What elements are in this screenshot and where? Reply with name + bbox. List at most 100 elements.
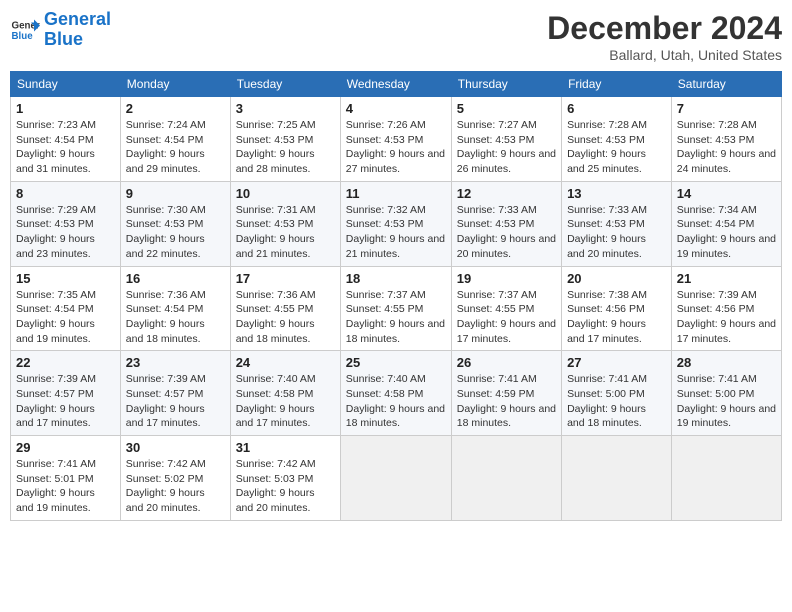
logo-line1: General (44, 9, 111, 29)
col-friday: Friday (562, 72, 672, 97)
header-row: General Blue General Blue December 2024 … (10, 10, 782, 63)
logo-icon: General Blue (10, 18, 40, 42)
col-saturday: Saturday (671, 72, 781, 97)
day-info: Sunrise: 7:36 AMSunset: 4:55 PMDaylight:… (236, 289, 316, 345)
table-row: 1 Sunrise: 7:23 AMSunset: 4:54 PMDayligh… (11, 97, 121, 182)
table-row: 2 Sunrise: 7:24 AMSunset: 4:54 PMDayligh… (120, 97, 230, 182)
day-info: Sunrise: 7:31 AMSunset: 4:53 PMDaylight:… (236, 204, 316, 260)
day-info: Sunrise: 7:39 AMSunset: 4:57 PMDaylight:… (126, 373, 206, 429)
day-number: 20 (567, 271, 666, 286)
table-row: 18 Sunrise: 7:37 AMSunset: 4:55 PMDaylig… (340, 266, 451, 351)
day-number: 10 (236, 186, 335, 201)
table-row: 11 Sunrise: 7:32 AMSunset: 4:53 PMDaylig… (340, 181, 451, 266)
day-number: 21 (677, 271, 776, 286)
logo: General Blue General Blue (10, 10, 111, 50)
table-row: 25 Sunrise: 7:40 AMSunset: 4:58 PMDaylig… (340, 351, 451, 436)
day-number: 16 (126, 271, 225, 286)
table-row: 4 Sunrise: 7:26 AMSunset: 4:53 PMDayligh… (340, 97, 451, 182)
day-number: 22 (16, 355, 115, 370)
table-row: 20 Sunrise: 7:38 AMSunset: 4:56 PMDaylig… (562, 266, 672, 351)
day-info: Sunrise: 7:23 AMSunset: 4:54 PMDaylight:… (16, 119, 96, 175)
table-row: 13 Sunrise: 7:33 AMSunset: 4:53 PMDaylig… (562, 181, 672, 266)
day-number: 18 (346, 271, 446, 286)
day-info: Sunrise: 7:41 AMSunset: 5:01 PMDaylight:… (16, 458, 96, 514)
day-info: Sunrise: 7:33 AMSunset: 4:53 PMDaylight:… (457, 204, 556, 260)
day-number: 11 (346, 186, 446, 201)
calendar-table: Sunday Monday Tuesday Wednesday Thursday… (10, 71, 782, 521)
svg-text:Blue: Blue (12, 31, 34, 42)
col-thursday: Thursday (451, 72, 561, 97)
table-row: 23 Sunrise: 7:39 AMSunset: 4:57 PMDaylig… (120, 351, 230, 436)
table-row (340, 436, 451, 521)
table-row (562, 436, 672, 521)
day-number: 13 (567, 186, 666, 201)
day-number: 27 (567, 355, 666, 370)
logo-text: General Blue (44, 10, 111, 50)
table-row: 21 Sunrise: 7:39 AMSunset: 4:56 PMDaylig… (671, 266, 781, 351)
day-number: 30 (126, 440, 225, 455)
logo-line2: Blue (44, 29, 83, 49)
day-number: 9 (126, 186, 225, 201)
day-number: 2 (126, 101, 225, 116)
table-row: 8 Sunrise: 7:29 AMSunset: 4:53 PMDayligh… (11, 181, 121, 266)
col-monday: Monday (120, 72, 230, 97)
day-info: Sunrise: 7:39 AMSunset: 4:56 PMDaylight:… (677, 289, 776, 345)
table-row: 24 Sunrise: 7:40 AMSunset: 4:58 PMDaylig… (230, 351, 340, 436)
day-info: Sunrise: 7:40 AMSunset: 4:58 PMDaylight:… (236, 373, 316, 429)
table-row: 19 Sunrise: 7:37 AMSunset: 4:55 PMDaylig… (451, 266, 561, 351)
day-info: Sunrise: 7:32 AMSunset: 4:53 PMDaylight:… (346, 204, 445, 260)
day-info: Sunrise: 7:28 AMSunset: 4:53 PMDaylight:… (567, 119, 647, 175)
day-number: 7 (677, 101, 776, 116)
day-number: 24 (236, 355, 335, 370)
day-info: Sunrise: 7:37 AMSunset: 4:55 PMDaylight:… (457, 289, 556, 345)
day-info: Sunrise: 7:28 AMSunset: 4:53 PMDaylight:… (677, 119, 776, 175)
table-row: 9 Sunrise: 7:30 AMSunset: 4:53 PMDayligh… (120, 181, 230, 266)
day-number: 5 (457, 101, 556, 116)
day-number: 23 (126, 355, 225, 370)
day-info: Sunrise: 7:29 AMSunset: 4:53 PMDaylight:… (16, 204, 96, 260)
table-row: 12 Sunrise: 7:33 AMSunset: 4:53 PMDaylig… (451, 181, 561, 266)
table-row: 30 Sunrise: 7:42 AMSunset: 5:02 PMDaylig… (120, 436, 230, 521)
day-number: 17 (236, 271, 335, 286)
day-info: Sunrise: 7:42 AMSunset: 5:03 PMDaylight:… (236, 458, 316, 514)
page-container: General Blue General Blue December 2024 … (0, 0, 792, 526)
day-info: Sunrise: 7:40 AMSunset: 4:58 PMDaylight:… (346, 373, 445, 429)
table-row (671, 436, 781, 521)
table-row: 14 Sunrise: 7:34 AMSunset: 4:54 PMDaylig… (671, 181, 781, 266)
title-block: December 2024 Ballard, Utah, United Stat… (547, 10, 782, 63)
day-info: Sunrise: 7:41 AMSunset: 5:00 PMDaylight:… (567, 373, 647, 429)
day-info: Sunrise: 7:26 AMSunset: 4:53 PMDaylight:… (346, 119, 445, 175)
day-info: Sunrise: 7:41 AMSunset: 5:00 PMDaylight:… (677, 373, 776, 429)
day-number: 29 (16, 440, 115, 455)
day-number: 26 (457, 355, 556, 370)
table-row: 7 Sunrise: 7:28 AMSunset: 4:53 PMDayligh… (671, 97, 781, 182)
table-row: 29 Sunrise: 7:41 AMSunset: 5:01 PMDaylig… (11, 436, 121, 521)
day-info: Sunrise: 7:42 AMSunset: 5:02 PMDaylight:… (126, 458, 206, 514)
table-row: 16 Sunrise: 7:36 AMSunset: 4:54 PMDaylig… (120, 266, 230, 351)
day-info: Sunrise: 7:35 AMSunset: 4:54 PMDaylight:… (16, 289, 96, 345)
day-number: 1 (16, 101, 115, 116)
table-row (451, 436, 561, 521)
day-info: Sunrise: 7:41 AMSunset: 4:59 PMDaylight:… (457, 373, 556, 429)
table-row: 27 Sunrise: 7:41 AMSunset: 5:00 PMDaylig… (562, 351, 672, 436)
table-row: 3 Sunrise: 7:25 AMSunset: 4:53 PMDayligh… (230, 97, 340, 182)
day-number: 25 (346, 355, 446, 370)
month-title: December 2024 (547, 10, 782, 47)
table-row: 15 Sunrise: 7:35 AMSunset: 4:54 PMDaylig… (11, 266, 121, 351)
day-number: 6 (567, 101, 666, 116)
table-row: 17 Sunrise: 7:36 AMSunset: 4:55 PMDaylig… (230, 266, 340, 351)
day-info: Sunrise: 7:27 AMSunset: 4:53 PMDaylight:… (457, 119, 556, 175)
col-wednesday: Wednesday (340, 72, 451, 97)
day-info: Sunrise: 7:37 AMSunset: 4:55 PMDaylight:… (346, 289, 445, 345)
table-row: 10 Sunrise: 7:31 AMSunset: 4:53 PMDaylig… (230, 181, 340, 266)
day-info: Sunrise: 7:25 AMSunset: 4:53 PMDaylight:… (236, 119, 316, 175)
table-row: 6 Sunrise: 7:28 AMSunset: 4:53 PMDayligh… (562, 97, 672, 182)
table-row: 31 Sunrise: 7:42 AMSunset: 5:03 PMDaylig… (230, 436, 340, 521)
day-number: 3 (236, 101, 335, 116)
day-number: 15 (16, 271, 115, 286)
day-number: 19 (457, 271, 556, 286)
table-row: 28 Sunrise: 7:41 AMSunset: 5:00 PMDaylig… (671, 351, 781, 436)
table-row: 5 Sunrise: 7:27 AMSunset: 4:53 PMDayligh… (451, 97, 561, 182)
location: Ballard, Utah, United States (547, 47, 782, 63)
col-sunday: Sunday (11, 72, 121, 97)
